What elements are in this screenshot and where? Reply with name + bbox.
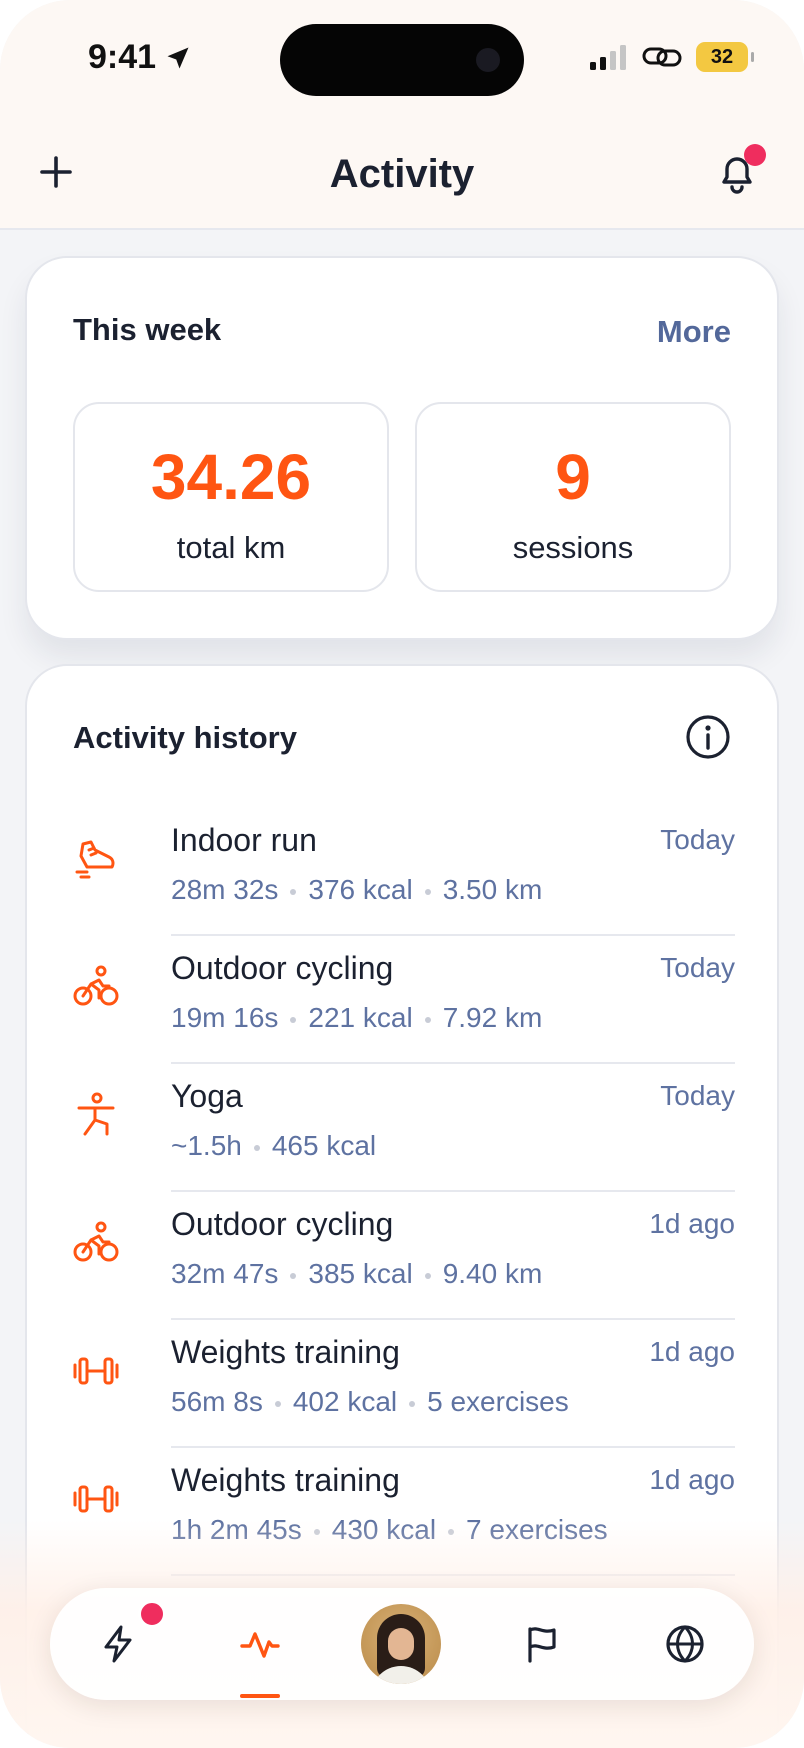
activity-time: 1d ago bbox=[649, 1208, 735, 1239]
duration: 32m 47s bbox=[171, 1258, 279, 1289]
notification-badge bbox=[744, 144, 766, 166]
dumbbell-icon bbox=[73, 1485, 119, 1513]
calories: 376 kcal bbox=[308, 874, 413, 905]
tab-globe[interactable] bbox=[657, 1616, 713, 1672]
activity-meta: 28m 32s 376 kcal 3.50 km bbox=[171, 874, 542, 906]
running-shoe-icon bbox=[75, 840, 115, 879]
activity-row-yoga[interactable]: Yoga Today ~1.5h 465 kcal bbox=[73, 1064, 735, 1192]
home-indicator bbox=[0, 1730, 804, 1748]
phone-screen: 9:41 32 Activity This week More 34.26 to… bbox=[0, 0, 804, 1748]
activity-pulse-icon bbox=[240, 1632, 280, 1658]
top-bar: 9:41 32 Activity bbox=[0, 0, 804, 230]
tab-activity[interactable] bbox=[232, 1616, 288, 1672]
calories: 221 kcal bbox=[308, 1002, 413, 1033]
battery-indicator: 32 bbox=[696, 42, 754, 72]
tab-notification-badge bbox=[138, 1600, 166, 1628]
camera-dot bbox=[476, 48, 500, 72]
calories: 465 kcal bbox=[271, 1130, 377, 1161]
battery-level: 32 bbox=[710, 45, 734, 68]
duration: 28m 32s bbox=[171, 874, 279, 905]
calories: 385 kcal bbox=[308, 1258, 413, 1289]
separator-dot bbox=[424, 888, 431, 895]
status-icons: 32 bbox=[590, 42, 754, 72]
profile-avatar[interactable] bbox=[361, 1604, 441, 1684]
dumbbell-icon bbox=[73, 1357, 119, 1385]
activity-name: Weights training bbox=[171, 1462, 400, 1498]
activity-name: Weights training bbox=[171, 1334, 400, 1370]
globe-icon bbox=[666, 1625, 704, 1663]
distance: 3.50 km bbox=[442, 874, 543, 905]
activity-row-indoor-run[interactable]: Indoor run Today 28m 32s 376 kcal 3.50 km bbox=[73, 808, 735, 936]
activity-time: Today bbox=[660, 1080, 735, 1111]
separator-dot bbox=[424, 1272, 431, 1279]
duration: 56m 8s bbox=[171, 1386, 263, 1417]
bike-icon bbox=[73, 965, 119, 1006]
activity-row-outdoor-cycling[interactable]: Outdoor cycling Today 19m 16s 221 kcal 7.9… bbox=[73, 936, 735, 1064]
flag-icon bbox=[528, 1627, 556, 1663]
activity-history-title: Activity history bbox=[73, 720, 297, 755]
distance: 7.92 km bbox=[442, 1002, 543, 1033]
tab-bar bbox=[50, 1588, 754, 1700]
location-arrow-icon bbox=[167, 47, 189, 68]
dynamic-island bbox=[280, 24, 524, 96]
activity-meta: 56m 8s 402 kcal 5 exercises bbox=[171, 1386, 569, 1418]
separator-dot bbox=[409, 1400, 416, 1407]
lightning-icon bbox=[104, 1625, 132, 1663]
activity-time: 1d ago bbox=[649, 1464, 735, 1495]
activity-meta: 19m 16s 221 kcal 7.92 km bbox=[171, 1002, 542, 1034]
signal-icon bbox=[590, 45, 626, 70]
separator-dot bbox=[253, 1144, 260, 1151]
activity-name: Outdoor cycling bbox=[171, 1206, 394, 1242]
separator-dot bbox=[290, 1272, 297, 1279]
stat-label: sessions bbox=[512, 530, 634, 565]
stat-value: 9 bbox=[555, 441, 591, 513]
distance: 9.40 km bbox=[442, 1258, 543, 1289]
duration: 19m 16s bbox=[171, 1002, 279, 1033]
tab-lightning[interactable] bbox=[90, 1616, 146, 1672]
page-title: Activity bbox=[329, 152, 475, 196]
separator-dot bbox=[290, 1016, 297, 1023]
separator-dot bbox=[274, 1400, 281, 1407]
calories: 402 kcal bbox=[292, 1386, 398, 1417]
activity-name: Yoga bbox=[171, 1078, 243, 1114]
activity-name: Indoor run bbox=[171, 822, 317, 858]
bike-icon bbox=[73, 1221, 119, 1262]
notifications-button[interactable] bbox=[712, 144, 766, 198]
active-tab-indicator bbox=[240, 1694, 280, 1698]
link-icon bbox=[642, 47, 682, 67]
status-time: 9:41 bbox=[88, 38, 192, 77]
sessions-stat: 9 sessions bbox=[415, 402, 731, 592]
stat-label: total km bbox=[176, 530, 286, 565]
activity-row-outdoor-cycling[interactable]: Outdoor cycling 1d ago 32m 47s 385 kcal 9.… bbox=[73, 1192, 735, 1320]
this-week-title: This week bbox=[73, 312, 222, 347]
this-week-card: This week More 34.26 total km 9 sessions bbox=[25, 256, 779, 640]
info-icon bbox=[686, 715, 730, 759]
activity-meta: ~1.5h 465 kcal bbox=[171, 1130, 376, 1162]
tab-flag[interactable] bbox=[515, 1616, 571, 1672]
status-time-label: 9:41 bbox=[88, 38, 157, 76]
total-km-stat: 34.26 total km bbox=[73, 402, 389, 592]
avatar-face bbox=[388, 1628, 414, 1660]
activity-time: Today bbox=[660, 952, 735, 983]
activity-meta: 32m 47s 385 kcal 9.40 km bbox=[171, 1258, 542, 1290]
duration: ~1.5h bbox=[171, 1130, 242, 1161]
more-link[interactable]: More bbox=[657, 314, 731, 350]
activity-row-weights-training[interactable]: Weights training 1d ago 56m 8s 402 kcal 5 … bbox=[73, 1320, 735, 1448]
activity-time: Today bbox=[660, 824, 735, 855]
exercise-count: 5 exercises bbox=[427, 1386, 569, 1417]
info-button[interactable] bbox=[685, 714, 731, 760]
activity-name: Outdoor cycling bbox=[171, 950, 394, 986]
activity-time: 1d ago bbox=[649, 1336, 735, 1367]
separator-dot bbox=[290, 888, 297, 895]
yoga-icon bbox=[77, 1092, 115, 1136]
separator-dot bbox=[424, 1016, 431, 1023]
stat-value: 34.26 bbox=[150, 441, 312, 513]
